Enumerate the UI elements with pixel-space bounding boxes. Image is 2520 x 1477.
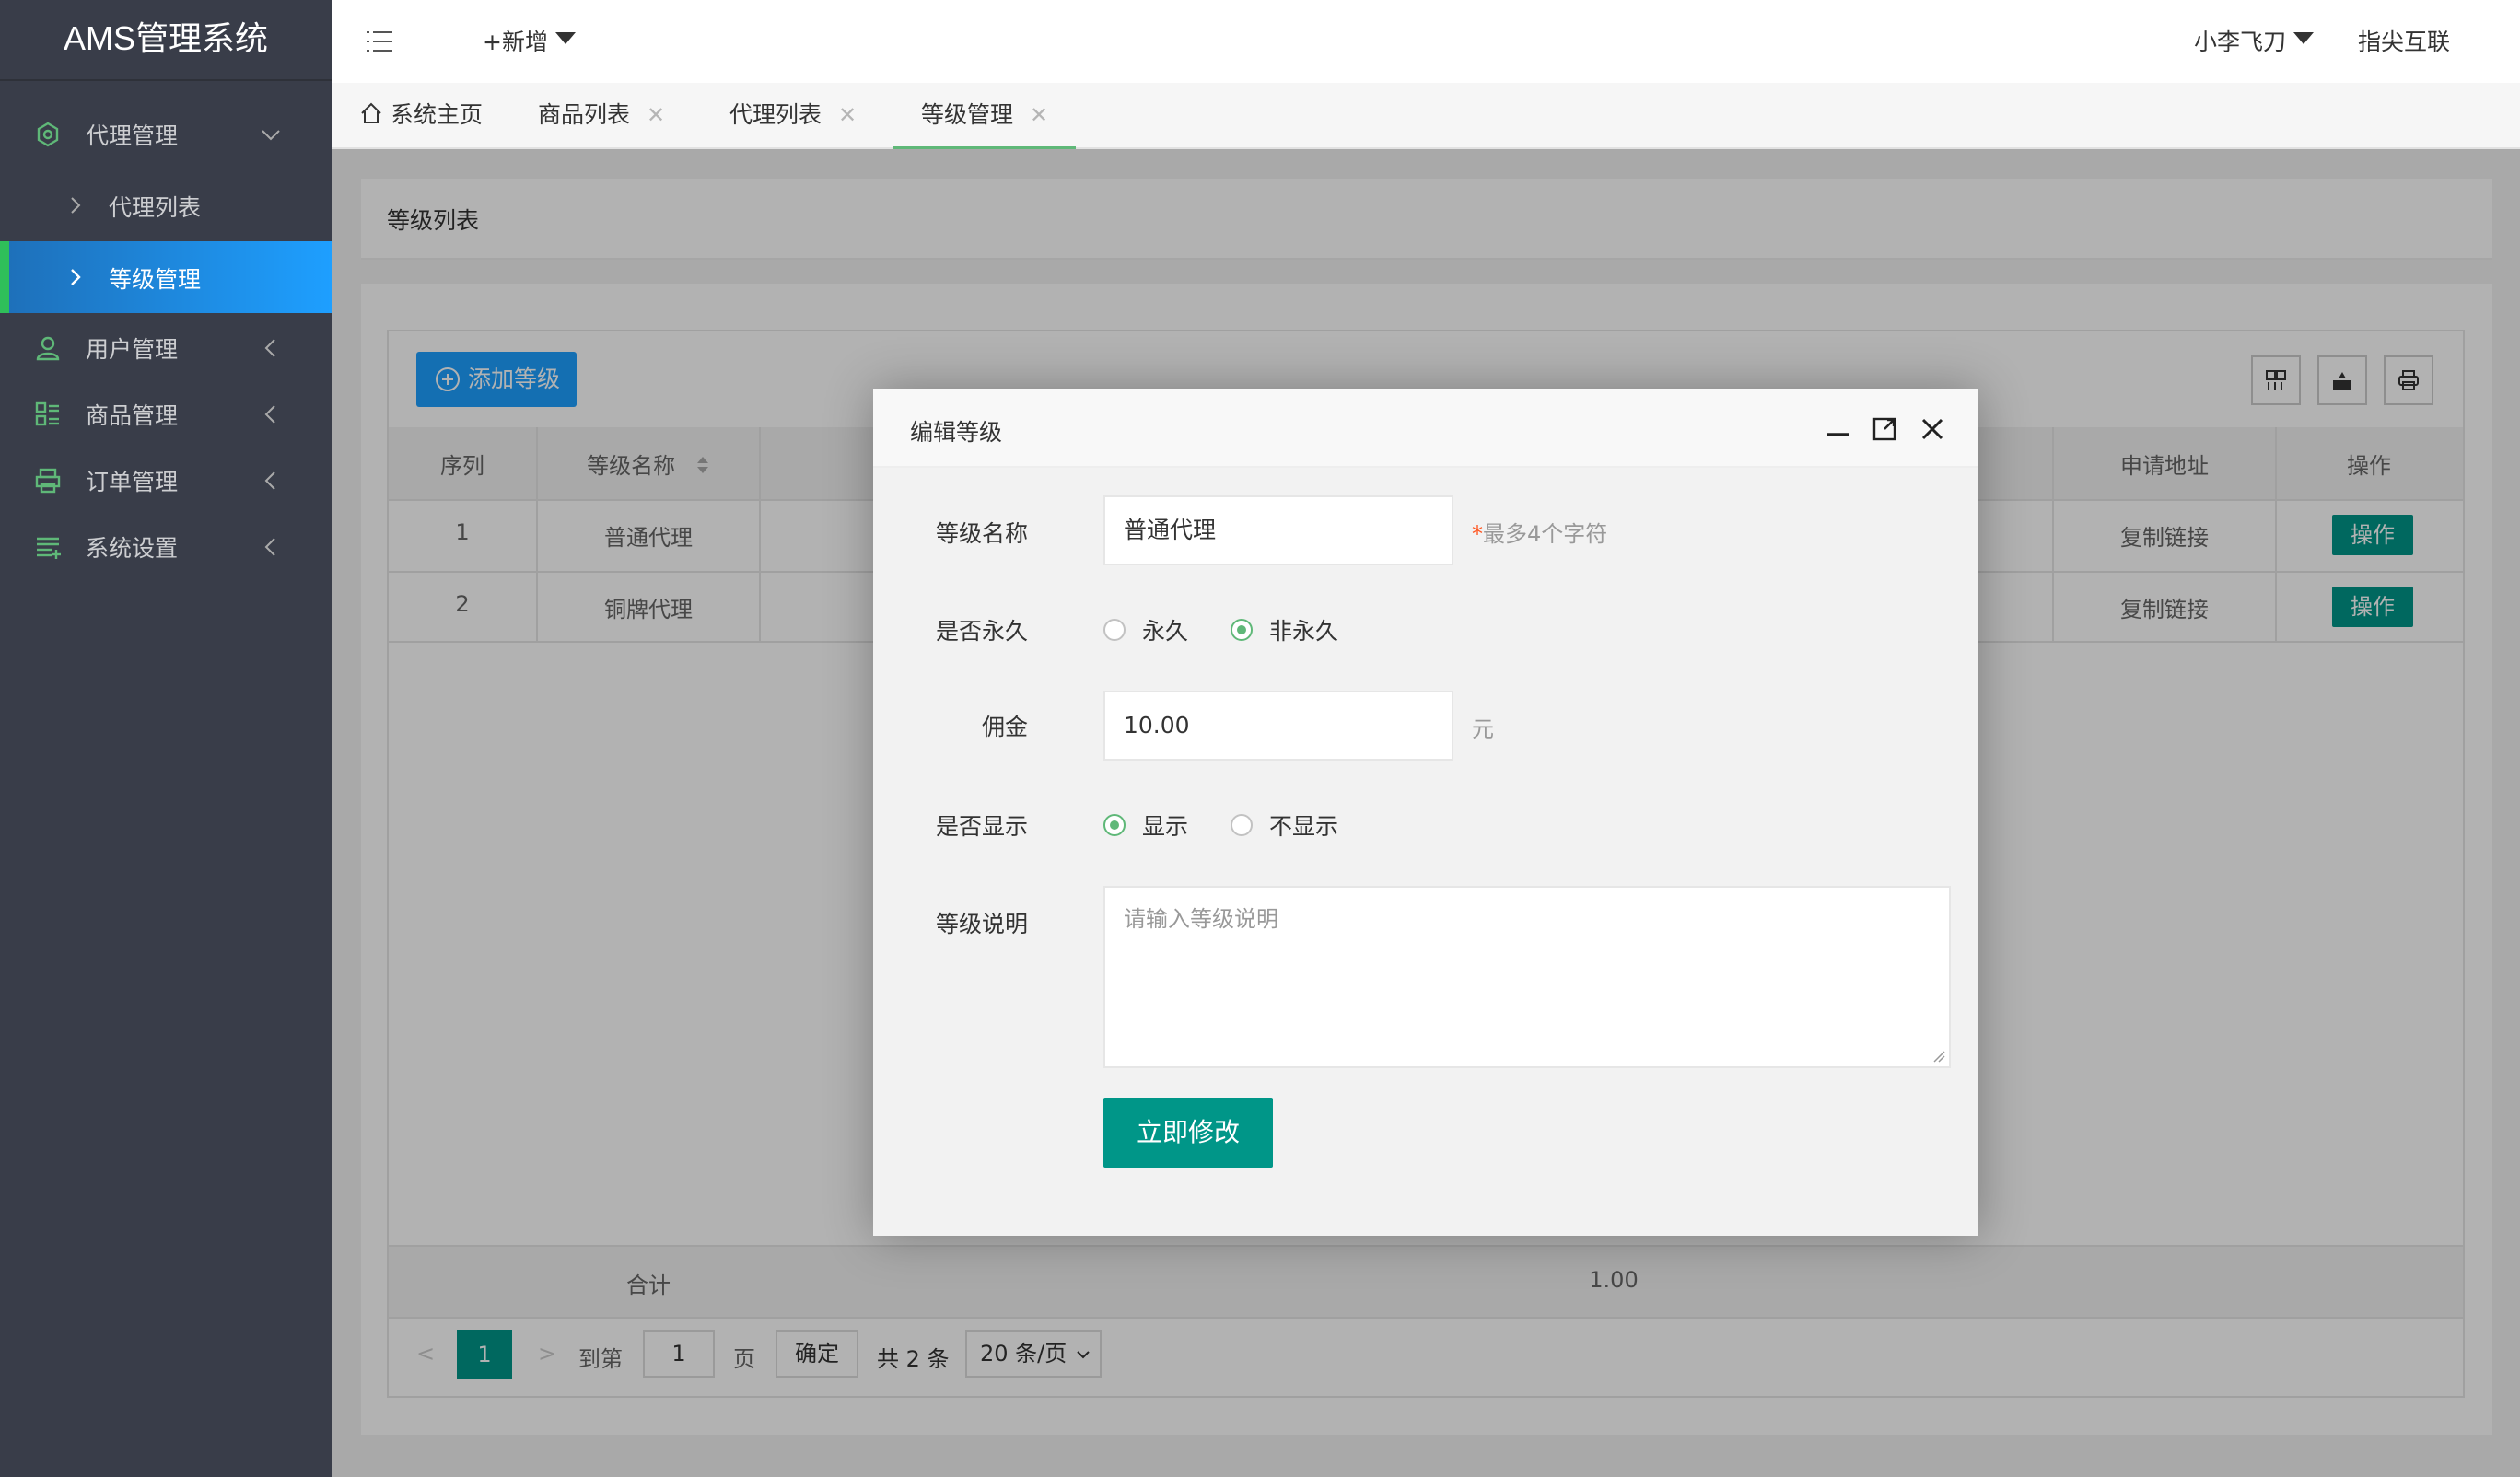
chevron-right-icon bbox=[71, 197, 81, 214]
radio-circle-checked bbox=[1231, 619, 1253, 641]
sidebar-item-agent-management[interactable]: 代理管理 bbox=[0, 107, 332, 162]
new-dropdown[interactable]: +新增 bbox=[483, 24, 576, 57]
caret-down-icon bbox=[2293, 31, 2315, 44]
level-name-input[interactable]: 普通代理 bbox=[1103, 495, 1453, 565]
radio-permanent[interactable]: 永久 bbox=[1103, 613, 1188, 646]
app-logo[interactable]: AMS管理系统 bbox=[0, 0, 332, 81]
textarea-placeholder: 请输入等级说明 bbox=[1124, 906, 1278, 932]
maximize-icon[interactable] bbox=[1872, 416, 1897, 442]
commission-unit: 元 bbox=[1472, 716, 1494, 742]
description-label: 等级说明 bbox=[935, 911, 1028, 937]
dialog-header: 编辑等级 bbox=[873, 389, 1978, 468]
chevron-left-icon bbox=[264, 405, 275, 424]
sidebar: AMS管理系统 代理管理 代理列表 等级管理 用户管理 商品管理 订单管理 系统… bbox=[0, 0, 332, 1477]
radio-circle bbox=[1103, 619, 1126, 641]
submit-button[interactable]: 立即修改 bbox=[1103, 1098, 1273, 1168]
radio-circle-checked bbox=[1103, 814, 1126, 836]
radio-no-display[interactable]: 不显示 bbox=[1231, 808, 1338, 842]
tab-bar: 系统主页 商品列表 ✕ 代理列表 ✕ 等级管理 ✕ bbox=[332, 83, 2520, 149]
order-icon bbox=[35, 468, 61, 494]
sidebar-item-goods-management[interactable]: 商品管理 bbox=[0, 387, 332, 442]
tab-goods-list[interactable]: 商品列表 ✕ bbox=[538, 83, 665, 149]
chevron-left-icon bbox=[264, 339, 275, 357]
caret-down-icon bbox=[554, 31, 576, 44]
close-icon[interactable]: ✕ bbox=[838, 102, 857, 128]
radio-non-permanent[interactable]: 非永久 bbox=[1231, 613, 1338, 646]
close-icon[interactable] bbox=[1919, 416, 1945, 442]
description-textarea[interactable]: 请输入等级说明 bbox=[1103, 886, 1951, 1068]
user-menu[interactable]: 小李飞刀 bbox=[2194, 24, 2315, 57]
agent-icon bbox=[37, 122, 59, 147]
minimize-icon[interactable] bbox=[1826, 416, 1851, 442]
user-icon bbox=[36, 336, 60, 361]
chevron-left-icon bbox=[264, 471, 275, 490]
tab-home[interactable]: 系统主页 bbox=[359, 83, 483, 149]
tab-agent-list[interactable]: 代理列表 ✕ bbox=[729, 83, 857, 149]
settings-icon bbox=[37, 537, 61, 559]
menu-toggle-icon[interactable] bbox=[367, 29, 394, 53]
edit-level-dialog: 编辑等级 等级名称 普通代理 *最多4个字符 是否永久 永久 非永久 佣金 10… bbox=[873, 389, 1978, 1236]
permanent-label: 是否永久 bbox=[935, 618, 1028, 645]
commission-label: 佣金 bbox=[981, 714, 1028, 740]
close-icon[interactable]: ✕ bbox=[1030, 102, 1048, 128]
sidebar-subitem-level-management[interactable]: 等级管理 bbox=[0, 241, 332, 313]
chevron-left-icon bbox=[264, 538, 275, 556]
radio-circle bbox=[1231, 814, 1253, 836]
resize-handle-icon[interactable] bbox=[1931, 1048, 1945, 1063]
sidebar-subitem-agent-list[interactable]: 代理列表 bbox=[0, 169, 332, 241]
tab-level-management[interactable]: 等级管理 ✕ bbox=[893, 83, 1077, 149]
goods-icon bbox=[35, 401, 59, 426]
close-icon[interactable]: ✕ bbox=[647, 102, 665, 128]
commission-input[interactable]: 10.00 bbox=[1103, 691, 1453, 761]
sidebar-item-order-management[interactable]: 订单管理 bbox=[0, 453, 332, 508]
sidebar-item-system-settings[interactable]: 系统设置 bbox=[0, 519, 332, 575]
brand-link[interactable]: 指尖互联 bbox=[2358, 24, 2450, 57]
level-name-label: 等级名称 bbox=[935, 520, 1028, 547]
dialog-title: 编辑等级 bbox=[910, 419, 1003, 446]
top-header: +新增 小李飞刀 指尖互联 bbox=[332, 0, 2520, 83]
chevron-down-icon bbox=[262, 130, 280, 141]
display-label: 是否显示 bbox=[935, 813, 1028, 840]
level-name-hint: *最多4个字符 bbox=[1472, 521, 1608, 547]
sidebar-item-user-management[interactable]: 用户管理 bbox=[0, 320, 332, 376]
home-icon bbox=[361, 102, 381, 123]
sidebar-item-label: 代理管理 bbox=[86, 122, 179, 149]
chevron-right-icon bbox=[71, 269, 81, 285]
dialog-body bbox=[873, 468, 1978, 1236]
radio-display[interactable]: 显示 bbox=[1103, 808, 1188, 842]
